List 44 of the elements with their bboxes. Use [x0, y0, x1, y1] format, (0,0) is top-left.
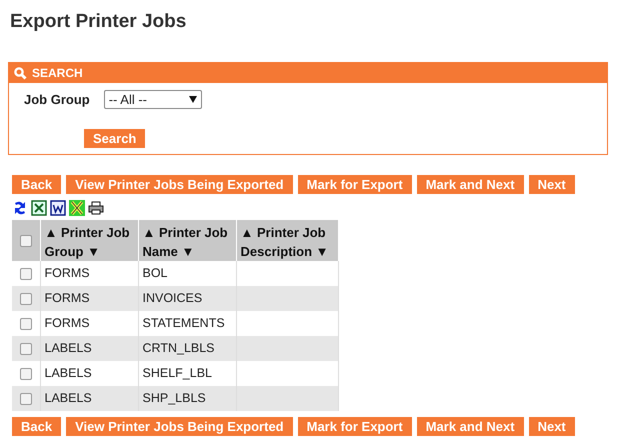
column-header[interactable]: ▲ Printer Job Description ▼ [240, 223, 334, 261]
spreadsheet-icon[interactable] [31, 200, 47, 216]
search-title: SEARCH [32, 65, 83, 82]
action-button[interactable]: Back [12, 417, 62, 436]
table-cell: CRTN_LBLS [142, 341, 215, 356]
checkbox[interactable] [20, 318, 32, 330]
search-button[interactable]: Search [84, 128, 146, 148]
caret-icon [188, 96, 197, 104]
checkbox[interactable] [20, 368, 32, 380]
table-cell: LABELS [44, 366, 92, 380]
table-cell: LABELS [44, 391, 92, 406]
table-cell: INVOICES [142, 291, 202, 306]
action-button[interactable]: Mark and Next [416, 175, 524, 194]
document-icon[interactable] [50, 200, 66, 216]
action-button[interactable]: Mark for Export [298, 417, 412, 436]
action-button[interactable]: Next [528, 417, 575, 436]
table-cell: LABELS [44, 341, 92, 356]
action-button[interactable]: View Printer Jobs Being Exported [66, 175, 293, 194]
action-button[interactable]: View Printer Jobs Being Exported [66, 417, 293, 436]
action-button[interactable]: Next [528, 175, 575, 194]
page-title: Export Printer Jobs [10, 10, 186, 34]
column-header[interactable]: ▲ Printer Job Name ▼ [142, 223, 232, 261]
refresh-icon[interactable] [12, 200, 28, 216]
checkbox[interactable] [20, 393, 32, 406]
table-cell: FORMS [44, 266, 90, 280]
table-cell: FORMS [44, 291, 90, 306]
checkbox[interactable] [20, 268, 32, 280]
action-button[interactable]: Mark and Next [416, 417, 524, 436]
action-button[interactable]: Mark for Export [298, 175, 412, 194]
printer-icon[interactable] [88, 200, 104, 216]
table-cell: BOL [142, 266, 168, 280]
x-icon[interactable] [69, 200, 85, 216]
checkbox[interactable] [20, 293, 32, 306]
table-cell: STATEMENTS [142, 316, 225, 330]
field-label: Job Group [24, 91, 90, 109]
table-cell: SHELF_LBL [142, 366, 212, 380]
checkbox[interactable] [20, 343, 32, 356]
action-button[interactable]: Back [12, 175, 62, 194]
search-icon [14, 66, 27, 80]
column-header[interactable]: ▲ Printer Job Group ▼ [44, 223, 134, 261]
table-cell: SHP_LBLS [142, 391, 206, 406]
table-cell: FORMS [44, 316, 90, 330]
checkbox[interactable] [20, 235, 32, 248]
job-group-dropdown[interactable]: -- All -- [104, 90, 202, 110]
